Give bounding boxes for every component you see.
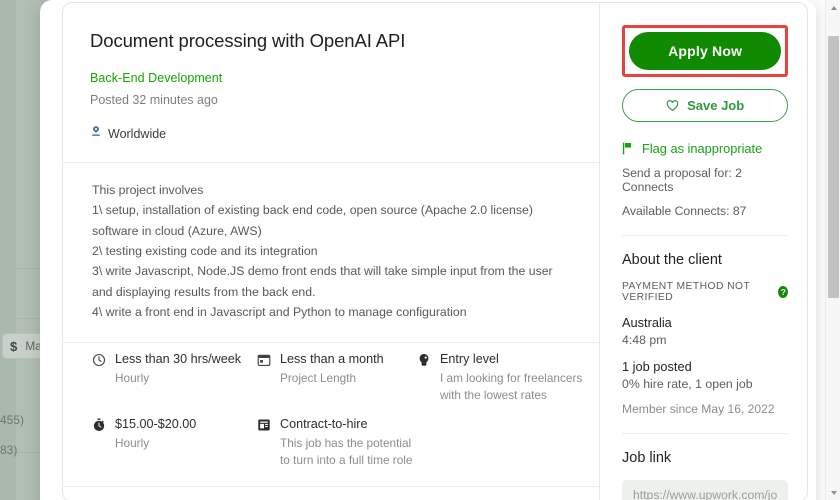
job-meta: Back-End Development Posted 32 minutes a… — [63, 53, 599, 143]
attribute-rate: $15.00-$20.00 Hourly — [92, 416, 257, 468]
vertical-scrollbar[interactable] — [825, 0, 840, 500]
job-description: This project involves 1\ setup, installa… — [63, 163, 599, 322]
description-line: This project involves — [92, 183, 204, 198]
available-connects: Available Connects: 87 — [622, 204, 747, 218]
sidebar-divider-1 — [622, 235, 789, 236]
client-local-time: 4:48 pm — [622, 333, 667, 347]
attribute-contract-type: Contract-to-hire This job has the potent… — [257, 416, 417, 468]
description-line: 3\ write Javascript, Node.JS demo front … — [92, 264, 553, 299]
save-job-label: Save Job — [687, 98, 745, 113]
page-title: Document processing with OpenAI API — [90, 30, 406, 51]
client-jobs-posted: 1 job posted — [622, 359, 692, 374]
attribute-title: Less than a month — [280, 352, 384, 367]
flag-as-inappropriate-link[interactable]: Flag as inappropriate — [622, 141, 788, 156]
sidebar-top-actions: Apply Now Save Job Flag as inappropriate… — [600, 3, 807, 500]
calendar-icon — [257, 353, 271, 367]
attribute-subtitle: This job has the potential to turn into … — [280, 436, 413, 467]
payment-verification-row: PAYMENT METHOD NOT VERIFIED ? — [622, 281, 789, 303]
job-link-title: Job link — [622, 450, 672, 466]
attribute-subtitle: I am looking for freelancers with the lo… — [440, 371, 583, 402]
screenshot-root: $ Max 455) 83) Document processing with … — [0, 0, 840, 500]
clock-icon — [92, 353, 106, 367]
description-line: 4\ write a front end in Javascript and P… — [92, 304, 467, 319]
attribute-subtitle: Project Length — [280, 371, 357, 386]
attribute-title: Less than 30 hrs/week — [115, 352, 242, 367]
attribute-experience-level: Entry level I am looking for freelancers… — [417, 351, 585, 403]
job-location: Worldwide — [90, 125, 571, 143]
job-category-link[interactable]: Back-End Development — [90, 71, 571, 85]
job-main-column: Document processing with OpenAI API Back… — [63, 3, 600, 500]
caret-down-icon[interactable] — [826, 485, 840, 500]
attribute-workload: Less than 30 hrs/week Hourly — [92, 351, 257, 403]
job-sidebar-column: Apply Now Save Job Flag as inappropriate… — [600, 3, 807, 500]
description-line: 2\ testing existing code and its integra… — [92, 243, 318, 258]
description-line: 1\ setup, installation of existing back … — [92, 203, 533, 238]
scrollbar-thumb[interactable] — [828, 36, 839, 298]
job-posted-time: Posted 32 minutes ago — [90, 93, 218, 108]
heart-icon — [666, 99, 679, 112]
contract-icon — [257, 418, 271, 432]
about-client-title: About the client — [622, 252, 722, 268]
attribute-title: Contract-to-hire — [280, 417, 368, 432]
location-pin-icon — [90, 125, 102, 143]
backdrop-fragment-1: 455) — [0, 413, 25, 427]
proposal-connects: Send a proposal for: 2 Connects — [622, 166, 742, 194]
sidebar-divider-2 — [622, 433, 789, 434]
help-icon[interactable]: ? — [778, 286, 789, 298]
dollar-icon: $ — [10, 338, 18, 354]
attribute-title: $15.00-$20.00 — [115, 417, 197, 432]
stopwatch-icon — [92, 418, 106, 432]
client-country: Australia — [622, 315, 672, 330]
job-details-modal: Document processing with OpenAI API Back… — [40, 0, 816, 500]
job-location-label: Worldwide — [108, 127, 167, 142]
payment-status-label: PAYMENT METHOD NOT VERIFIED — [622, 281, 751, 303]
client-hire-rate: 0% hire rate, 1 open job — [622, 377, 753, 391]
project-type-row: Project Type: One-time project — [63, 487, 599, 500]
apply-now-button[interactable]: Apply Now — [629, 32, 782, 70]
job-details-card: Document processing with OpenAI API Back… — [62, 2, 808, 500]
flag-icon — [622, 142, 634, 155]
job-link-input[interactable]: https://www.upwork.com/jo — [622, 480, 789, 500]
attribute-subtitle: Hourly — [115, 371, 150, 386]
attribute-subtitle: Hourly — [115, 436, 150, 451]
client-member-since: Member since May 16, 2022 — [622, 402, 775, 416]
backdrop-fragment-2: 83) — [0, 443, 18, 457]
caret-up-icon[interactable] — [826, 0, 840, 15]
job-attributes-grid: Less than 30 hrs/week Hourly Less than a… — [63, 343, 599, 468]
attribute-title: Entry level — [440, 352, 499, 367]
attribute-duration: Less than a month Project Length — [257, 351, 417, 403]
profile-head-icon — [417, 353, 431, 367]
save-job-button[interactable]: Save Job — [622, 89, 789, 122]
apply-now-highlight: Apply Now — [622, 25, 789, 77]
flag-label: Flag as inappropriate — [642, 141, 763, 156]
